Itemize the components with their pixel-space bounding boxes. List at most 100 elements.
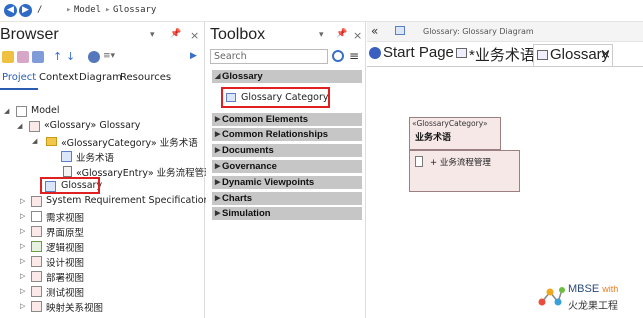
collapsed-icon[interactable]: ▷ <box>20 227 25 235</box>
diagram-icon <box>537 50 548 60</box>
toolbox-title: Toolbox <box>210 26 266 43</box>
entry-icon <box>415 156 423 167</box>
watermark-line1: MBSE with <box>568 283 619 295</box>
move-up-icon[interactable]: ↑ <box>53 50 62 63</box>
menu-icon[interactable]: ≡▾ <box>103 51 115 61</box>
tree-item[interactable]: ▷ 映射关系视图 <box>0 299 205 314</box>
toolbox-section-documents[interactable]: ▶ Documents <box>212 144 362 157</box>
tab-resources[interactable]: Resources <box>120 72 171 83</box>
toolbox-section-charts[interactable]: ▶ Charts <box>212 192 362 205</box>
collapsed-icon[interactable]: ▷ <box>20 257 25 265</box>
glossary-entry-compartment[interactable]: + 业务流程管理 <box>409 150 520 192</box>
path-glossary[interactable]: Glossary <box>113 5 156 15</box>
tree-item[interactable]: ▷ 逻辑视图 <box>0 239 205 254</box>
path-root[interactable]: / <box>37 5 42 15</box>
collapse-panel-icon[interactable]: « <box>371 24 378 38</box>
folder-icon <box>46 137 57 146</box>
close-icon[interactable]: × <box>353 29 362 42</box>
diagram-icon <box>395 26 405 35</box>
tree-item[interactable]: ◢ «Glossary» Glossary <box>0 119 205 134</box>
path-separator: ▸ <box>105 5 111 15</box>
dropdown-icon[interactable]: ▾ <box>150 30 155 40</box>
element-name: 业务术语 <box>415 133 452 143</box>
menu-icon[interactable]: ≡ <box>349 49 359 63</box>
package-icon <box>31 196 42 207</box>
tab-context[interactable]: Context <box>39 72 78 83</box>
pin-icon[interactable]: 📌 <box>336 29 347 39</box>
collapsed-icon[interactable]: ▷ <box>20 272 25 280</box>
mbse-logo-icon <box>536 284 566 308</box>
tree-item[interactable]: ▷ 需求视图 <box>0 209 205 224</box>
new-diagram-icon[interactable] <box>17 51 29 63</box>
tree-item[interactable]: ▷ 测试视图 <box>0 284 205 299</box>
collapsed-icon[interactable]: ▷ <box>20 302 25 310</box>
tree-item[interactable]: ◢ Model <box>0 104 205 119</box>
glossary-package-icon <box>29 121 40 132</box>
user-icon[interactable] <box>88 51 100 63</box>
package-icon <box>31 286 42 297</box>
tab-glossary-active[interactable]: Glossary × <box>533 44 613 67</box>
expanded-icon[interactable]: ◢ <box>32 137 37 145</box>
tree-item-selected[interactable]: Glossary <box>0 179 205 194</box>
close-tab-icon[interactable]: × <box>600 47 611 62</box>
toolbox-section-common-elements[interactable]: ▶ Common Elements <box>212 113 362 126</box>
element-entry: + 业务流程管理 <box>430 158 491 168</box>
tree-item[interactable]: «GlossaryEntry» 业务流程管理 <box>0 164 214 179</box>
new-element-icon[interactable] <box>32 51 44 63</box>
app-window: { "navbar": { "back_icon": "back-arrow-i… <box>0 0 643 318</box>
package-icon <box>31 271 42 282</box>
toolbox-section-common-relationships[interactable]: ▶ Common Relationships <box>212 128 362 141</box>
toolbox-section-dynamic-viewpoints[interactable]: ▶ Dynamic Viewpoints <box>212 176 362 189</box>
tab-strip-border <box>367 66 643 67</box>
navigation-bar: ◀ ▶ / ▸ Model ▸ Glossary <box>0 0 643 22</box>
expand-arrow-icon[interactable]: ▶ <box>190 51 197 61</box>
new-package-icon[interactable] <box>2 51 14 63</box>
package-icon <box>31 256 42 267</box>
tree-item[interactable]: ▷ 部署视图 <box>0 269 205 284</box>
tree-item[interactable]: ▷ 界面原型 <box>0 224 205 239</box>
search-icon[interactable] <box>332 50 344 62</box>
tab-diagram[interactable]: Diagram <box>79 72 122 83</box>
element-stereotype: «GlossaryCategory» <box>412 119 488 128</box>
tab-project[interactable]: Project <box>2 72 36 83</box>
toolbox-section-simulation[interactable]: ▶ Simulation <box>212 207 362 220</box>
back-arrow-icon[interactable]: ◀ <box>4 4 17 17</box>
dropdown-icon[interactable]: ▾ <box>319 30 324 40</box>
forward-arrow-icon[interactable]: ▶ <box>19 4 32 17</box>
diagram-caption: Glossary: Glossary Diagram <box>423 27 534 36</box>
close-icon[interactable]: × <box>190 29 199 42</box>
package-icon <box>31 241 42 252</box>
watermark-line2: 火龙果工程 <box>568 301 618 312</box>
browser-title: Browser <box>0 26 59 43</box>
toolbox-search-input[interactable]: Search <box>210 49 328 64</box>
start-page-icon <box>369 47 381 59</box>
expanded-icon[interactable]: ◢ <box>17 122 22 130</box>
tree-item[interactable]: 业务术语 <box>0 149 205 164</box>
browser-panel: Browser ▾ 📌 × ↑ ↓ ≡▾ ▶ Project Context D… <box>0 22 214 318</box>
diagram-icon <box>61 151 72 162</box>
collapsed-icon[interactable]: ▷ <box>20 212 25 220</box>
tree-item[interactable]: ▷ System Requirement Specification <box>0 194 210 209</box>
project-tree: ◢ Model ◢ «Glossary» Glossary ◢ «Glossar… <box>0 104 214 318</box>
selection-highlight <box>221 87 330 108</box>
tree-item[interactable]: ◢ «GlossaryCategory» 业务术语 <box>0 134 205 149</box>
collapsed-icon[interactable]: ▷ <box>20 242 25 250</box>
path-separator: ▸ <box>66 5 72 15</box>
selection-highlight <box>40 177 100 194</box>
active-tab-underline <box>0 88 38 90</box>
expanded-icon[interactable]: ◢ <box>4 107 9 115</box>
pin-icon[interactable]: 📌 <box>170 29 181 39</box>
model-package-icon <box>16 106 27 117</box>
toolbox-section-governance[interactable]: ▶ Governance <box>212 160 362 173</box>
glossary-category-element[interactable]: «GlossaryCategory» 业务术语 <box>409 117 501 150</box>
collapsed-icon[interactable]: ▷ <box>20 287 25 295</box>
collapsed-icon[interactable]: ▷ <box>20 197 25 205</box>
tree-item[interactable]: ▷ 设计视图 <box>0 254 205 269</box>
entry-icon <box>63 166 72 177</box>
package-icon <box>31 226 42 237</box>
move-down-icon[interactable]: ↓ <box>66 50 75 63</box>
toolbox-section-glossary[interactable]: ◢ Glossary <box>212 70 362 83</box>
package-icon <box>31 211 42 222</box>
package-icon <box>31 301 42 312</box>
path-model[interactable]: Model <box>74 5 101 15</box>
